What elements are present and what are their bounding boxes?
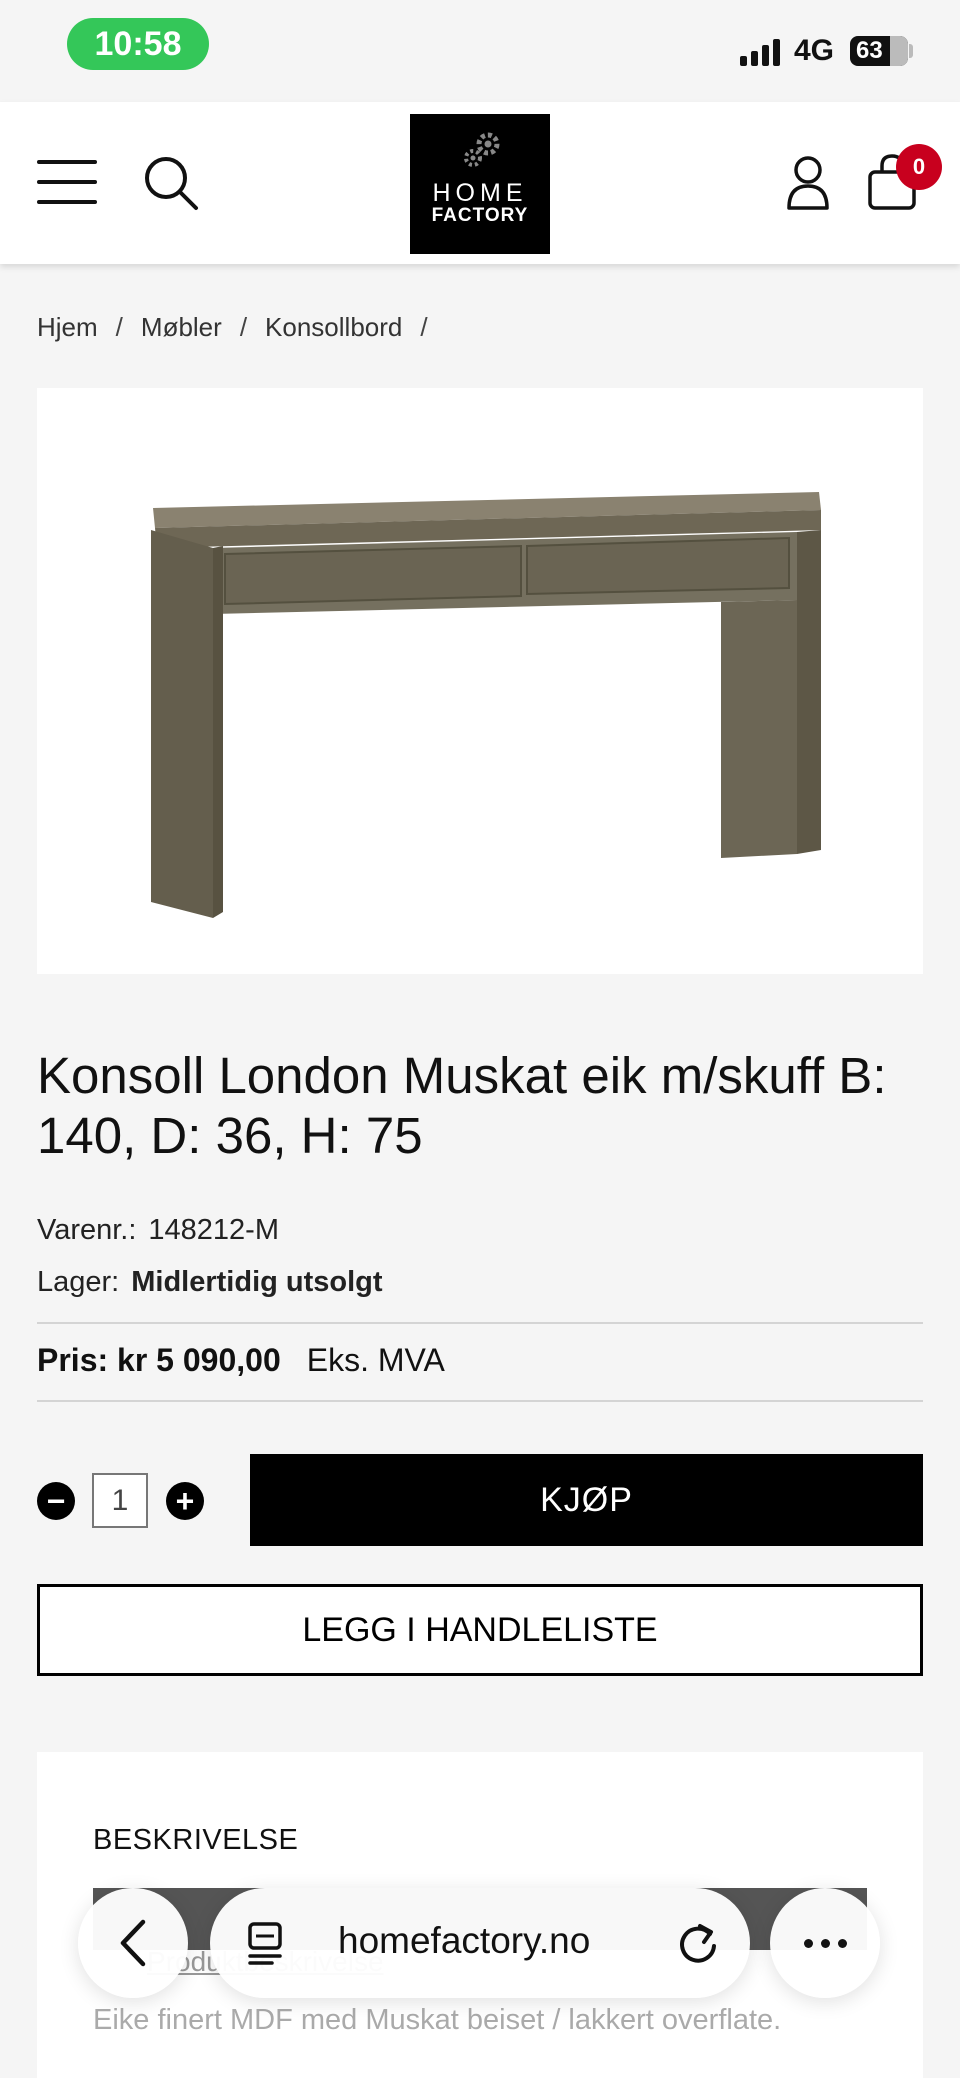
battery-level: 63 (856, 37, 883, 64)
search-icon[interactable] (142, 154, 202, 214)
cart-count-badge[interactable]: 0 (896, 144, 942, 190)
price-row: Pris: kr 5 090,00 Eks. MVA (37, 1342, 445, 1379)
hamburger-menu-icon[interactable] (37, 160, 97, 204)
dot (837, 1938, 847, 1948)
product-title: Konsoll London Muskat eik m/skuff B: 140… (37, 1047, 887, 1164)
dot (820, 1938, 830, 1948)
signal-icon (740, 36, 780, 66)
battery-icon: 63 (850, 36, 908, 66)
quantity-increase-button[interactable]: + (166, 1482, 204, 1520)
reload-icon[interactable] (676, 1920, 720, 1966)
sku-value: 148212-M (148, 1214, 279, 1246)
product-image[interactable] (37, 388, 923, 974)
breadcrumb-furniture[interactable]: Møbler (141, 312, 222, 343)
stock-row: Lager: Midlertidig utsolgt (37, 1266, 383, 1299)
price-label: Pris: (37, 1342, 109, 1378)
network-label: 4G (794, 34, 835, 67)
dot (803, 1938, 813, 1948)
description-heading: BESKRIVELSE (93, 1824, 299, 1856)
status-time: 10:58 (67, 18, 209, 70)
reader-icon (248, 1922, 282, 1965)
gears-icon (464, 132, 500, 167)
quantity-input[interactable] (92, 1473, 148, 1528)
price: Pris: kr 5 090,00 (37, 1342, 281, 1379)
stock-status: Midlertidig utsolgt (131, 1266, 383, 1298)
logo-text-home: HOME (432, 179, 528, 207)
vat-note: Eks. MVA (306, 1342, 445, 1378)
stock-label: Lager: (37, 1266, 120, 1298)
more-options-button[interactable] (770, 1888, 880, 1998)
breadcrumb-separator: / (239, 312, 248, 342)
status-bar: 10:58 4G 63 (0, 0, 960, 102)
add-to-shopping-list-button[interactable]: LEGG I HANDLELISTE (37, 1584, 923, 1676)
breadcrumb-separator: / (420, 312, 428, 342)
console-table-illustration (151, 492, 821, 918)
url-text: homefactory.no (338, 1920, 591, 1961)
breadcrumb-separator: / (115, 312, 123, 342)
buy-button[interactable]: KJØP (250, 1454, 923, 1546)
browser-back-button[interactable] (78, 1888, 188, 1998)
logo-text-factory: FACTORY (431, 205, 529, 226)
sku-label: Varenr.: (37, 1214, 137, 1246)
chevron-left-icon (120, 1919, 146, 1967)
account-icon[interactable] (785, 154, 831, 212)
divider (37, 1400, 923, 1402)
breadcrumb-console-tables[interactable]: Konsollbord (265, 312, 402, 343)
sku-row: Varenr.: 148212-M (37, 1214, 279, 1247)
description-text: Eike finert MDF med Muskat beiset / lakk… (93, 2004, 782, 2036)
breadcrumb: Hjem / Møbler / Konsollbord / (37, 312, 446, 343)
quantity-decrease-button[interactable]: − (37, 1482, 75, 1520)
address-bar[interactable]: homefactory.no (210, 1888, 750, 1998)
price-value: kr 5 090,00 (117, 1342, 281, 1378)
site-header: HOME FACTORY 0 (0, 102, 960, 264)
breadcrumb-home[interactable]: Hjem (37, 312, 98, 343)
home-factory-logo[interactable]: HOME FACTORY (410, 114, 550, 254)
divider (37, 1322, 923, 1324)
battery-tip (909, 44, 913, 58)
